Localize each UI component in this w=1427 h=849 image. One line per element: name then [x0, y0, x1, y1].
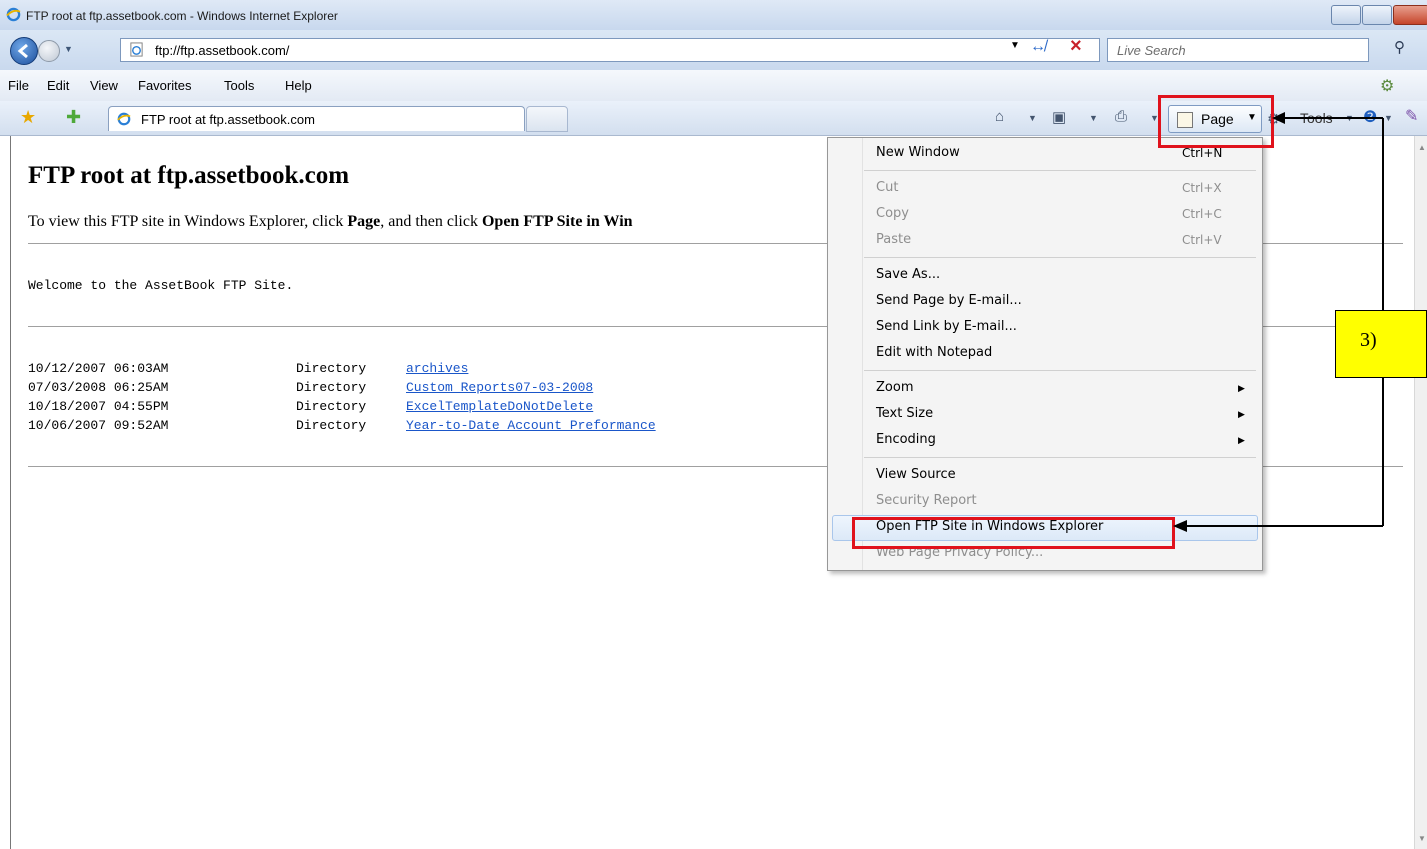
callout-connector	[1173, 112, 1384, 532]
